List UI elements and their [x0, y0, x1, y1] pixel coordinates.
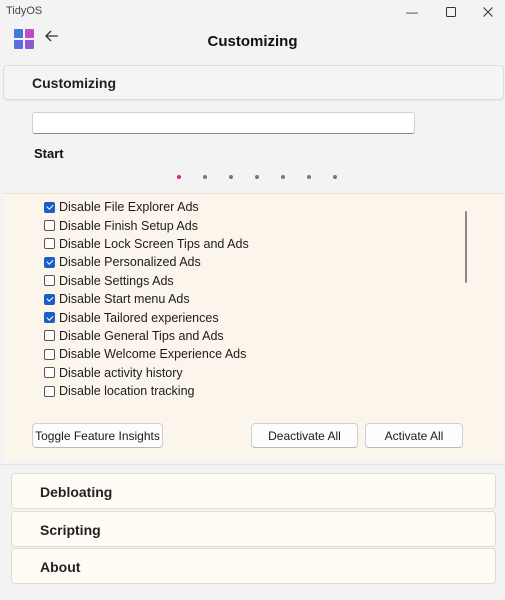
feature-list-scrollbar[interactable]: [463, 207, 469, 397]
feature-label: Disable Tailored experiences: [59, 310, 219, 325]
pager-dot[interactable]: [203, 175, 207, 179]
maximize-button[interactable]: [431, 0, 471, 24]
pager-dot[interactable]: [255, 175, 259, 179]
section-label: About: [40, 559, 81, 575]
expander-label: Customizing: [32, 75, 116, 91]
feature-label: Disable location tracking: [59, 384, 195, 398]
pager-dot[interactable]: [281, 175, 285, 179]
feature-item[interactable]: Disable location tracking: [38, 382, 458, 398]
feature-item[interactable]: Disable Personalized Ads: [38, 253, 458, 271]
maximize-icon: [446, 7, 456, 17]
feature-label: Disable General Tips and Ads: [59, 328, 224, 343]
search-input[interactable]: [32, 112, 415, 134]
feature-list: Disable File Explorer Ads Disable Finish …: [38, 198, 458, 398]
pager-dot[interactable]: [229, 175, 233, 179]
feature-item[interactable]: Disable Tailored experiences: [38, 308, 458, 326]
feature-item[interactable]: Disable Settings Ads: [38, 272, 458, 290]
pager-dot[interactable]: [333, 175, 337, 179]
feature-item[interactable]: Disable File Explorer Ads: [38, 198, 458, 216]
feature-item[interactable]: Disable Start menu Ads: [38, 290, 458, 308]
customizing-expander[interactable]: Customizing: [3, 65, 504, 100]
section-title: Start: [34, 146, 64, 161]
title-bar: TidyOS —: [0, 0, 505, 24]
feature-item[interactable]: Disable Finish Setup Ads: [38, 216, 458, 234]
section-label: Scripting: [40, 522, 101, 538]
close-icon: [483, 7, 493, 17]
feature-label: Disable Start menu Ads: [59, 292, 190, 307]
feature-checkbox[interactable]: [44, 238, 55, 250]
feature-label: Disable Personalized Ads: [59, 255, 201, 270]
feature-item[interactable]: Disable Lock Screen Tips and Ads: [38, 235, 458, 253]
activate-all-button[interactable]: Activate All: [365, 423, 463, 448]
section-debloating[interactable]: Debloating: [11, 473, 496, 509]
pager-dot[interactable]: [177, 175, 181, 179]
feature-item[interactable]: Disable General Tips and Ads: [38, 327, 458, 345]
scrollbar-thumb[interactable]: [465, 211, 467, 283]
header: Customizing: [0, 24, 505, 60]
feature-checkbox[interactable]: [44, 220, 55, 232]
feature-checkbox[interactable]: [44, 348, 55, 360]
feature-checkbox[interactable]: [44, 275, 55, 287]
close-button[interactable]: [468, 0, 505, 24]
feature-checkbox[interactable]: [44, 367, 55, 379]
feature-item[interactable]: Disable activity history: [38, 364, 458, 382]
feature-label: Disable Settings Ads: [59, 273, 174, 288]
minimize-button[interactable]: —: [392, 0, 432, 24]
page-title: Customizing: [207, 33, 298, 50]
feature-checkbox[interactable]: [44, 312, 55, 324]
feature-label: Disable Lock Screen Tips and Ads: [59, 236, 249, 251]
feature-checkbox[interactable]: [44, 293, 55, 305]
pager-dot[interactable]: [307, 175, 311, 179]
deactivate-all-button[interactable]: Deactivate All: [251, 423, 358, 448]
section-label: Debloating: [40, 484, 113, 500]
feature-label: Disable Welcome Experience Ads: [59, 347, 247, 362]
section-scripting[interactable]: Scripting: [11, 511, 496, 547]
feature-checkbox[interactable]: [44, 330, 55, 342]
minimize-icon: —: [406, 5, 418, 19]
section-about[interactable]: About: [11, 548, 496, 584]
feature-checkbox[interactable]: [44, 256, 55, 268]
pager-dots: [0, 175, 505, 183]
app-title: TidyOS: [6, 5, 43, 17]
feature-item[interactable]: Disable Welcome Experience Ads: [38, 345, 458, 363]
feature-label: Disable Finish Setup Ads: [59, 218, 198, 233]
feature-checkbox[interactable]: [44, 385, 55, 397]
feature-label: Disable activity history: [59, 365, 183, 380]
feature-label: Disable File Explorer Ads: [59, 200, 199, 215]
feature-checkbox[interactable]: [44, 201, 55, 213]
divider: [0, 464, 505, 465]
toggle-feature-insights-button[interactable]: Toggle Feature Insights: [32, 423, 163, 448]
